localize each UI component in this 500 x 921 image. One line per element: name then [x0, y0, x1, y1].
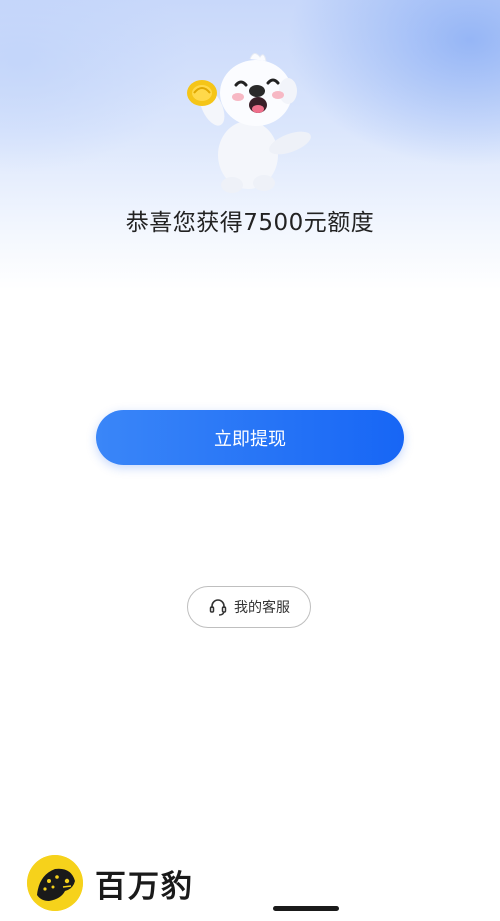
headset-icon [208, 597, 228, 617]
reward-title: 恭喜您获得7500元额度 [125, 210, 375, 236]
customer-service-label: 我的客服 [234, 600, 290, 616]
withdraw-button[interactable]: 立即提现 [96, 410, 404, 465]
leopard-logo-icon [27, 855, 83, 911]
mascot-icon [180, 45, 320, 195]
home-indicator[interactable] [273, 906, 339, 911]
customer-service-button[interactable]: 我的客服 [187, 586, 311, 628]
brand-name: 百万豹 [95, 868, 194, 905]
brand: 百万豹 [27, 855, 194, 911]
